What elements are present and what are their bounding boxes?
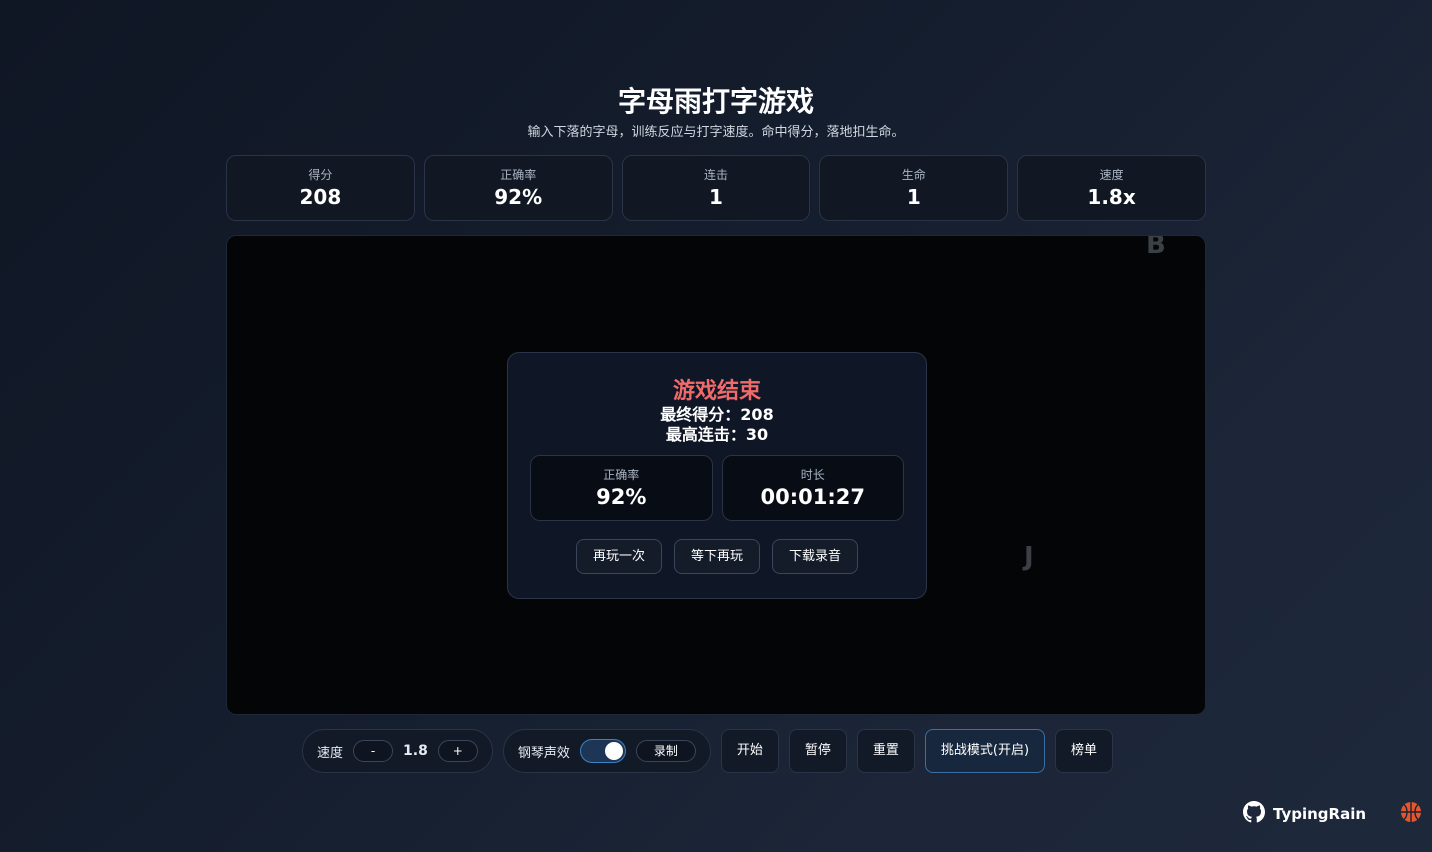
speed-increase-button[interactable]: + <box>437 740 478 762</box>
footer-brand[interactable]: TypingRain <box>1243 801 1422 827</box>
start-button[interactable]: 开始 <box>720 729 779 773</box>
github-icon[interactable] <box>1243 801 1265 827</box>
final-score: 最终得分：208 <box>660 405 774 424</box>
result-label: 正确率 <box>603 468 640 482</box>
stat-value: 92% <box>494 185 543 209</box>
stat-lives: 生命 1 <box>819 155 1009 221</box>
brand-name[interactable]: TypingRain <box>1273 805 1366 823</box>
game-over-dialog: 游戏结束 最终得分：208 最高连击：30 正确率 92% 时长 00:01:2… <box>507 352 927 599</box>
basketball-icon[interactable] <box>1400 801 1422 827</box>
stat-speed: 速度 1.8x <box>1017 155 1206 221</box>
page-title: 字母雨打字游戏 <box>617 85 814 118</box>
stat-value: 208 <box>299 185 342 209</box>
stat-value: 1 <box>709 185 723 209</box>
stat-label: 得分 <box>308 168 333 182</box>
stat-label: 生命 <box>901 168 926 182</box>
speed-control: 速度 - 1.8 + <box>302 729 493 773</box>
stat-label: 正确率 <box>500 168 537 182</box>
result-duration: 时长 00:01:27 <box>721 455 904 521</box>
pause-button[interactable]: 暂停 <box>788 729 847 773</box>
piano-sound-label: 钢琴声效 <box>517 745 570 761</box>
download-recording-button[interactable]: 下载录音 <box>772 539 859 574</box>
stat-score: 得分 208 <box>226 155 415 221</box>
stat-accuracy: 正确率 92% <box>423 155 613 221</box>
falling-letter: B <box>1146 235 1166 260</box>
result-value: 92% <box>596 485 647 509</box>
sound-control: 钢琴声效 录制 <box>502 729 711 773</box>
challenge-mode-button[interactable]: 挑战模式(开启) <box>924 729 1046 773</box>
leaderboard-button[interactable]: 榜单 <box>1055 729 1114 773</box>
game-arena[interactable]: B J 游戏结束 最终得分：208 最高连击：30 正确率 92% 时长 00:… <box>226 235 1206 715</box>
result-label: 时长 <box>800 468 825 482</box>
piano-sound-toggle[interactable] <box>579 739 626 763</box>
control-bar: 速度 - 1.8 + 钢琴声效 录制 开始 暂停 重置 挑战模式(开启) 榜单 <box>302 729 1114 773</box>
replay-button[interactable]: 再玩一次 <box>575 539 662 574</box>
stat-value: 1.8x <box>1087 185 1136 209</box>
page-subtitle: 输入下落的字母，训练反应与打字速度。命中得分，落地扣生命。 <box>527 125 905 140</box>
stat-label: 连击 <box>703 168 728 182</box>
stat-label: 速度 <box>1099 168 1124 182</box>
stat-combo: 连击 1 <box>621 155 811 221</box>
result-value: 00:01:27 <box>760 485 865 509</box>
game-over-title: 游戏结束 <box>672 379 761 404</box>
stats-bar: 得分 208 正确率 92% 连击 1 生命 1 速度 1.8x <box>226 155 1206 221</box>
result-stats: 正确率 92% 时长 00:01:27 <box>530 455 904 521</box>
max-combo: 最高连击：30 <box>665 425 769 444</box>
speed-label: 速度 <box>317 745 344 761</box>
toggle-knob <box>604 742 623 760</box>
reset-button[interactable]: 重置 <box>856 729 915 773</box>
falling-letter: J <box>1024 542 1034 572</box>
play-later-button[interactable]: 等下再玩 <box>673 539 760 574</box>
stat-value: 1 <box>906 185 921 209</box>
result-accuracy: 正确率 92% <box>530 455 713 521</box>
record-button[interactable]: 录制 <box>635 740 696 762</box>
dialog-actions: 再玩一次 等下再玩 下载录音 <box>508 539 926 574</box>
speed-value: 1.8 <box>403 743 428 759</box>
speed-decrease-button[interactable]: - <box>353 740 394 762</box>
